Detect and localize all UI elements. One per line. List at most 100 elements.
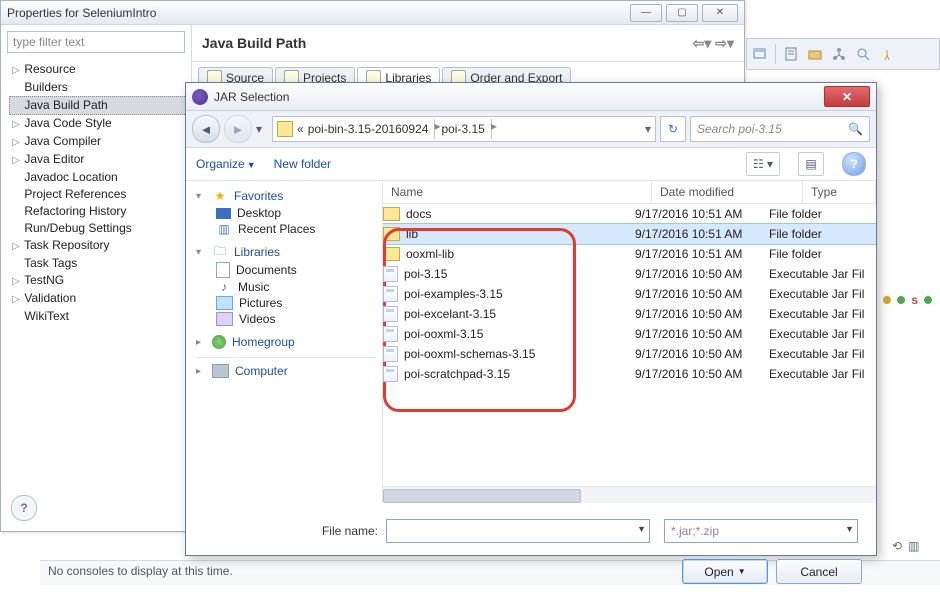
folder-icon [277, 121, 293, 137]
file-row[interactable]: docs9/17/2016 10:51 AMFile folder [383, 204, 876, 224]
refresh-button[interactable]: ↻ [660, 116, 686, 142]
places-panel[interactable]: ▾★Favorites Desktop ▥Recent Places ▾🗀Lib… [186, 181, 383, 503]
forward-arrow-icon[interactable]: ⇨▾ [715, 35, 734, 52]
file-row[interactable]: poi-excelant-3.159/17/2016 10:50 AMExecu… [383, 304, 876, 324]
computer-header[interactable]: ▸Computer [196, 364, 382, 378]
search-input[interactable]: Search poi-3.15 🔍 [690, 116, 870, 142]
file-name-combo[interactable]: ▼ [386, 519, 650, 543]
close-button[interactable]: ✕ [702, 4, 738, 22]
file-list: Name Date modified Type docs9/17/2016 10… [383, 181, 876, 503]
file-filter-combo[interactable]: *.jar;*.zip▼ [664, 519, 858, 543]
view-mode-button[interactable]: ☷ ▾ [746, 152, 780, 176]
dialog-close-button[interactable]: ✕ [824, 86, 870, 107]
open-button[interactable]: Open▼ [682, 559, 768, 584]
chevron-down-icon: ▼ [845, 524, 854, 534]
place-videos[interactable]: Videos [196, 311, 382, 327]
tree-item[interactable]: Task Tags [9, 255, 187, 272]
cancel-button[interactable]: Cancel [776, 559, 862, 584]
libraries-header[interactable]: ▾🗀Libraries [196, 245, 382, 259]
static-marker-icon: s [911, 293, 918, 307]
back-arrow-icon[interactable]: ⇦▾ [692, 35, 711, 52]
filter-text-input[interactable]: type filter text [7, 31, 185, 53]
tree-item[interactable]: ▷ TestNG [9, 272, 187, 290]
file-row[interactable]: ooxml-lib9/17/2016 10:51 AMFile folder [383, 244, 876, 264]
place-documents[interactable]: Documents [196, 261, 382, 279]
eclipse-icon [192, 89, 208, 105]
minimize-button[interactable]: — [630, 4, 662, 22]
file-rows[interactable]: docs9/17/2016 10:51 AMFile folderlib9/17… [383, 204, 876, 486]
preview-pane-button[interactable]: ▤ [798, 152, 824, 176]
tree-item[interactable]: ▷ Resource [9, 61, 187, 79]
tree-item[interactable]: ▷ Java Editor [9, 151, 187, 169]
new-window-icon[interactable] [749, 43, 771, 65]
file-row[interactable]: poi-scratchpad-3.159/17/2016 10:50 AMExe… [383, 364, 876, 384]
dialog-bottom: File name: ▼ *.jar;*.zip▼ Open▼ Cancel [186, 503, 876, 584]
package-icon[interactable] [804, 43, 826, 65]
tree-item[interactable]: Java Build Path [9, 96, 187, 115]
col-date-modified[interactable]: Date modified [652, 181, 803, 203]
pin-icon[interactable] [876, 43, 898, 65]
tree-item[interactable]: Javadoc Location [9, 169, 187, 186]
tree-item[interactable]: ▷ Java Code Style [9, 115, 187, 133]
properties-title: Properties for SeleniumIntro [7, 6, 156, 20]
nav-forward-button[interactable]: ► [224, 115, 252, 143]
dialog-title: JAR Selection [214, 90, 289, 104]
search-icon[interactable] [852, 43, 874, 65]
nav-back-button[interactable]: ◄ [192, 115, 220, 143]
tree-item[interactable]: Refactoring History [9, 203, 187, 220]
jar-icon [383, 366, 398, 382]
dialog-help-button[interactable]: ? [842, 152, 866, 176]
file-row[interactable]: poi-ooxml-3.159/17/2016 10:50 AMExecutab… [383, 324, 876, 344]
breadcrumb-prev[interactable]: « [297, 122, 304, 136]
new-folder-button[interactable]: New folder [274, 157, 331, 171]
breadcrumb-dropdown-icon[interactable]: ▾ [645, 122, 651, 136]
properties-left-panel: type filter text ▷ Resource Builders Jav… [1, 25, 192, 531]
window-icon[interactable]: ▥ [908, 539, 919, 553]
eclipse-toolbar [746, 38, 940, 70]
file-row[interactable]: poi-examples-3.159/17/2016 10:50 AMExecu… [383, 284, 876, 304]
dialog-titlebar[interactable]: JAR Selection ✕ [186, 83, 876, 111]
file-row[interactable]: poi-3.159/17/2016 10:50 AMExecutable Jar… [383, 264, 876, 284]
jar-icon [383, 306, 398, 322]
col-name[interactable]: Name [383, 181, 652, 203]
breadcrumb-item[interactable]: poi-3.15 [441, 122, 484, 136]
file-row[interactable]: poi-ooxml-schemas-3.159/17/2016 10:50 AM… [383, 344, 876, 364]
jar-icon [383, 346, 398, 362]
favorites-header[interactable]: ▾★Favorites [196, 189, 382, 203]
nav-history-dropdown[interactable]: ▾ [256, 122, 268, 136]
maximize-button[interactable]: ▢ [666, 4, 698, 22]
tree-item[interactable]: Run/Debug Settings [9, 220, 187, 237]
sync-icon[interactable]: ⟲ [892, 539, 902, 553]
breadcrumb[interactable]: « poi-bin-3.15-20160924 ▸ poi-3.15 ▸ ▾ [272, 116, 656, 142]
place-pictures[interactable]: Pictures [196, 295, 382, 311]
file-name-label: File name: [198, 524, 378, 538]
horizontal-scrollbar[interactable] [383, 486, 876, 503]
ok-dot-icon [897, 296, 905, 304]
properties-titlebar[interactable]: Properties for SeleniumIntro — ▢ ✕ [1, 1, 744, 25]
jar-icon [383, 266, 398, 282]
tree-item[interactable]: Project References [9, 186, 187, 203]
tree-item[interactable]: ▷ Task Repository [9, 237, 187, 255]
tree-item[interactable]: Builders [9, 79, 187, 96]
tree-item[interactable]: ▷ Java Compiler [9, 133, 187, 151]
col-type[interactable]: Type [803, 181, 876, 203]
jar-icon [383, 326, 398, 342]
homegroup-header[interactable]: ▸Homegroup [196, 335, 382, 349]
tree-item[interactable]: ▷ Validation [9, 290, 187, 308]
places-splitter[interactable] [378, 181, 382, 503]
place-music[interactable]: ♪Music [196, 279, 382, 295]
scrollbar-thumb[interactable] [383, 489, 581, 503]
status-icons: ⟲ ▥ [892, 536, 934, 556]
outline-icon[interactable] [780, 43, 802, 65]
organize-button[interactable]: Organize▼ [196, 157, 256, 171]
properties-header: Java Build Path ⇦▾ ⇨▾ [192, 25, 744, 62]
properties-tree[interactable]: ▷ Resource Builders Java Build Path▷ Jav… [1, 59, 191, 531]
type-hierarchy-icon[interactable] [828, 43, 850, 65]
column-headers[interactable]: Name Date modified Type [383, 181, 876, 204]
place-desktop[interactable]: Desktop [196, 205, 382, 221]
tree-item[interactable]: WikiText [9, 308, 187, 325]
help-button[interactable]: ? [11, 495, 37, 521]
breadcrumb-item[interactable]: poi-bin-3.15-20160924 [308, 122, 429, 136]
file-row[interactable]: lib9/17/2016 10:51 AMFile folder [383, 224, 876, 244]
place-recent[interactable]: ▥Recent Places [196, 221, 382, 237]
